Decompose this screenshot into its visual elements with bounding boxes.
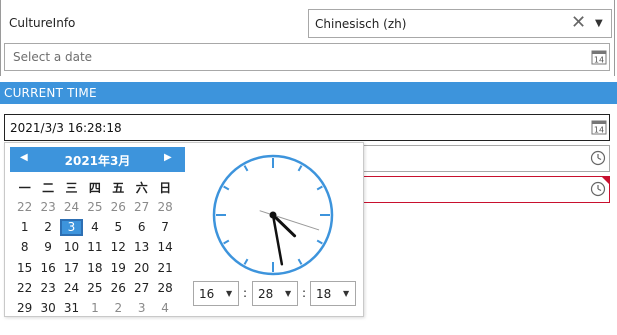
- date-picker-input[interactable]: Select a date 14: [4, 43, 610, 71]
- weekday-header: 三: [65, 181, 78, 195]
- calendar-day[interactable]: 13: [130, 239, 153, 256]
- calendar-day[interactable]: 22: [13, 199, 36, 216]
- calendar-day[interactable]: 9: [36, 239, 59, 256]
- minute-value: 28: [258, 287, 274, 301]
- calendar-title[interactable]: 2021年3月: [10, 152, 185, 169]
- clock-face: [212, 154, 334, 276]
- calendar-icon-number: 14: [594, 126, 604, 135]
- calendar-day[interactable]: 19: [107, 260, 130, 277]
- section-title: CURRENT TIME: [4, 86, 97, 100]
- calendar-day[interactable]: 11: [83, 239, 106, 256]
- calendar-day-selected[interactable]: 3: [59, 219, 84, 237]
- calendar-header: ◀ 2021年3月 ▶: [10, 147, 185, 172]
- calendar-day[interactable]: 2: [36, 219, 59, 236]
- time-input-error[interactable]: [360, 176, 610, 203]
- calendar-day[interactable]: 20: [130, 260, 153, 277]
- calendar-day[interactable]: 24: [60, 199, 83, 216]
- clock-center: [269, 211, 277, 219]
- calendar-day[interactable]: 7: [153, 219, 176, 236]
- hour-value: 16: [199, 287, 215, 301]
- calendar-day[interactable]: 1: [83, 300, 106, 317]
- calendar-day[interactable]: 28: [153, 280, 176, 297]
- chevron-down-icon[interactable]: ▼: [285, 289, 291, 298]
- second-spinner[interactable]: 18 ▼: [310, 281, 356, 306]
- calendar-day[interactable]: 12: [107, 239, 130, 256]
- weekday-header: 四: [88, 181, 101, 195]
- weekday-header: 二: [42, 181, 55, 195]
- frame-border: [614, 0, 615, 76]
- date-placeholder: Select a date: [13, 50, 93, 64]
- calendar-day[interactable]: 27: [130, 199, 153, 216]
- calendar-day[interactable]: 16: [36, 260, 59, 277]
- calendar-day[interactable]: 24: [60, 280, 83, 297]
- datetime-value: 2021/3/3 16:28:18: [10, 121, 122, 135]
- time-separator: :: [243, 286, 248, 300]
- calendar-day[interactable]: 29: [13, 300, 36, 317]
- weekday-header: 五: [112, 181, 125, 195]
- calendar-day[interactable]: 30: [36, 300, 59, 317]
- calendar-icon[interactable]: 14: [591, 49, 607, 68]
- calendar-day[interactable]: 26: [107, 199, 130, 216]
- chevron-down-icon[interactable]: ▼: [595, 18, 603, 29]
- datetime-popup: ◀ 2021年3月 ▶ 一二三四五六日 22 23 24 25 26 27 28 1 2 3 4 5 6 7…: [4, 142, 364, 317]
- calendar-day[interactable]: 18: [83, 260, 106, 277]
- calendar-day[interactable]: 1: [13, 219, 36, 236]
- culture-selected-value: Chinesisch (zh): [315, 17, 407, 31]
- chevron-down-icon[interactable]: ▼: [226, 289, 232, 298]
- calendar-day[interactable]: 21: [153, 260, 176, 277]
- calendar-icon[interactable]: 14: [591, 119, 607, 138]
- clock-icon[interactable]: [590, 150, 606, 169]
- second-value: 18: [316, 287, 332, 301]
- calendar-day[interactable]: 17: [60, 260, 83, 277]
- clock-icon[interactable]: [590, 181, 606, 200]
- calendar-day[interactable]: 28: [153, 199, 176, 216]
- calendar-day[interactable]: 23: [36, 280, 59, 297]
- chevron-down-icon[interactable]: ▼: [343, 289, 349, 298]
- calendar-day[interactable]: 25: [83, 199, 106, 216]
- calendar-day[interactable]: 14: [153, 239, 176, 256]
- calendar-day[interactable]: 4: [83, 219, 106, 236]
- analog-clock: [211, 153, 335, 277]
- calendar-day[interactable]: 3: [130, 300, 153, 317]
- section-header: CURRENT TIME: [0, 82, 617, 104]
- weekday-header: 日: [159, 181, 172, 195]
- time-separator: :: [302, 286, 307, 300]
- calendar-day[interactable]: 22: [13, 280, 36, 297]
- datetime-input[interactable]: 2021/3/3 16:28:18 14: [4, 114, 610, 141]
- weekday-header: 六: [135, 181, 148, 195]
- calendar-day[interactable]: 2: [107, 300, 130, 317]
- calendar-day[interactable]: 15: [13, 260, 36, 277]
- calendar-grid: 一二三四五六日 22 23 24 25 26 27 28 1 2 3 4 5 6 7 8 9 10 11 12 13 14…: [13, 179, 183, 315]
- calendar-day[interactable]: 4: [153, 300, 176, 317]
- calendar-day[interactable]: 27: [130, 280, 153, 297]
- culture-label: CultureInfo: [9, 16, 76, 30]
- clear-icon[interactable]: ✕: [571, 12, 586, 33]
- time-input[interactable]: [360, 145, 610, 172]
- hour-spinner[interactable]: 16 ▼: [193, 281, 239, 306]
- calendar-day[interactable]: 31: [60, 300, 83, 317]
- calendar-icon-number: 14: [594, 56, 604, 65]
- calendar-day[interactable]: 23: [36, 199, 59, 216]
- calendar-day[interactable]: 5: [107, 219, 130, 236]
- calendar-day[interactable]: 8: [13, 239, 36, 256]
- calendar-day[interactable]: 6: [130, 219, 153, 236]
- culture-combobox[interactable]: Chinesisch (zh) ✕ ▼: [308, 9, 612, 38]
- calendar-day[interactable]: 10: [60, 239, 83, 256]
- weekday-header: 一: [18, 181, 31, 195]
- minute-spinner[interactable]: 28 ▼: [252, 281, 298, 306]
- calendar-day[interactable]: 25: [83, 280, 106, 297]
- calendar-day[interactable]: 26: [107, 280, 130, 297]
- next-month-icon[interactable]: ▶: [164, 152, 172, 163]
